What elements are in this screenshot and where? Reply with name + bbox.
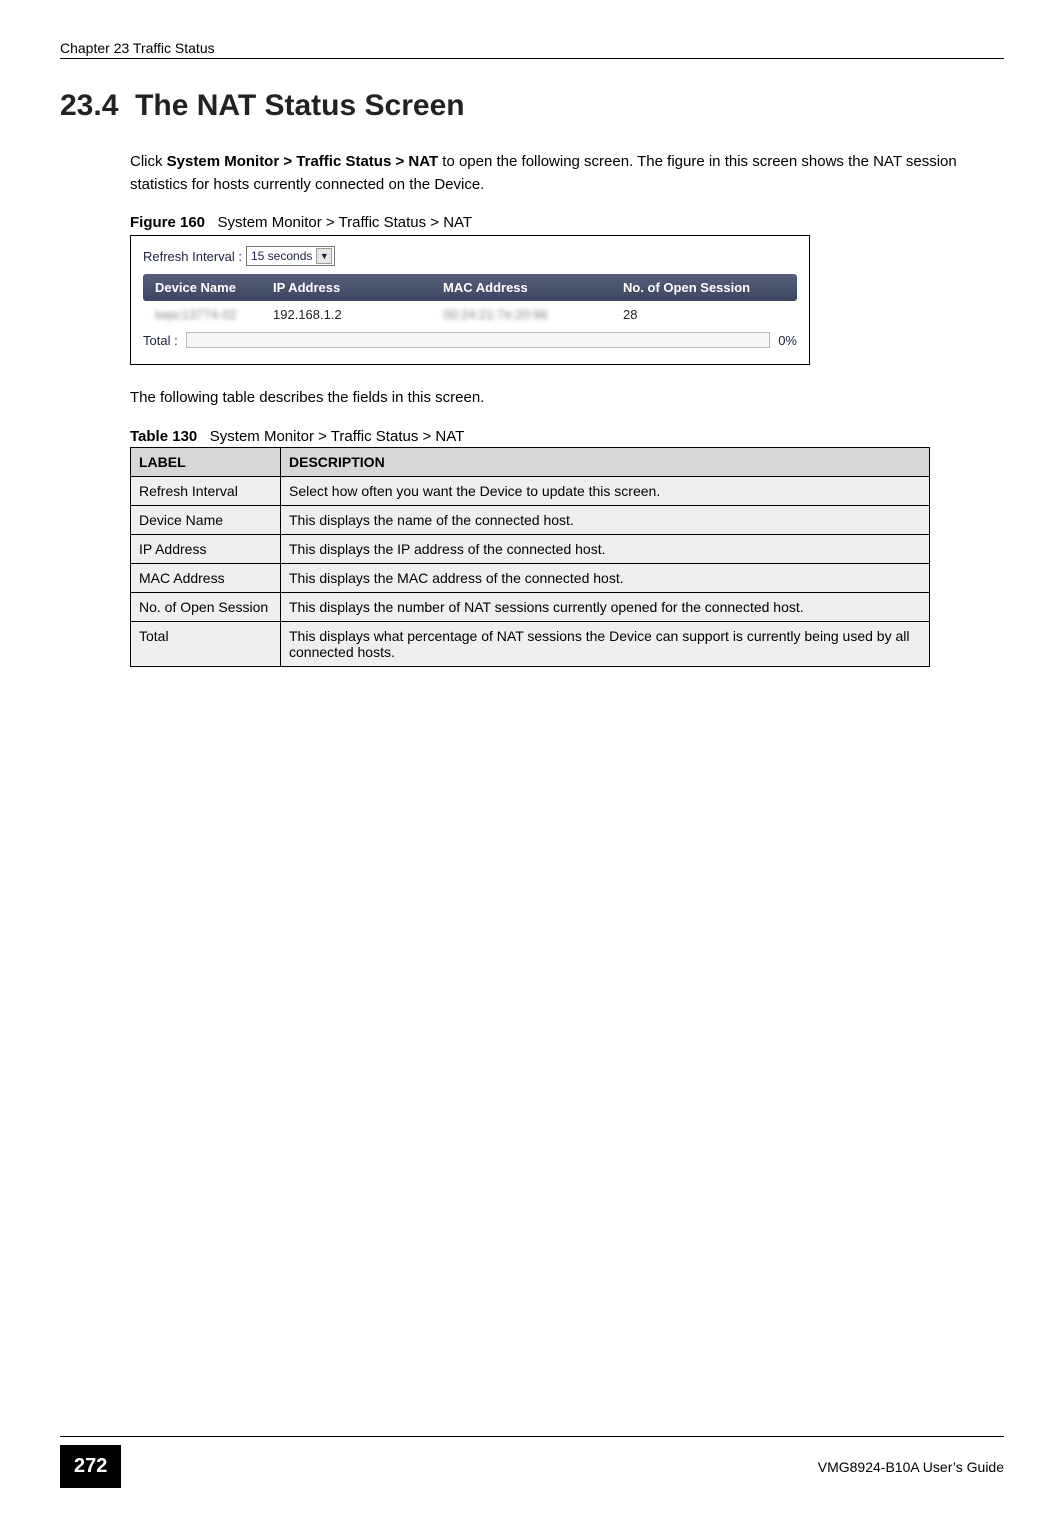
table-label: Table 130 <box>130 428 197 445</box>
intro-bold-path: System Monitor > Traffic Status > NAT <box>167 153 438 170</box>
td-desc: This displays the name of the connected … <box>281 505 930 534</box>
after-figure-text: The following table describes the fields… <box>130 387 1004 410</box>
td-desc: Select how often you want the Device to … <box>281 476 930 505</box>
cell-ip-address: 192.168.1.2 <box>273 307 443 322</box>
col-header-open-session: No. of Open Session <box>623 280 797 295</box>
total-progress-bar <box>186 332 771 348</box>
figure-label: Figure 160 <box>130 214 205 231</box>
td-label: IP Address <box>131 534 281 563</box>
nat-table: Device Name IP Address MAC Address No. o… <box>143 274 797 348</box>
th-label: LABEL <box>131 447 281 476</box>
td-desc: This displays what percentage of NAT ses… <box>281 621 930 666</box>
page-number: 272 <box>60 1445 121 1488</box>
figure-caption-text: System Monitor > Traffic Status > NAT <box>218 214 473 231</box>
table-caption-text: System Monitor > Traffic Status > NAT <box>210 428 465 445</box>
table-caption: Table 130 System Monitor > Traffic Statu… <box>130 428 1004 445</box>
refresh-interval-label: Refresh Interval : <box>143 249 242 264</box>
td-label: Total <box>131 621 281 666</box>
chapter-title: Chapter 23 Traffic Status <box>60 40 215 56</box>
td-label: Refresh Interval <box>131 476 281 505</box>
intro-prefix: Click <box>130 153 167 170</box>
th-description: DESCRIPTION <box>281 447 930 476</box>
page-footer: 272 VMG8924-B10A User’s Guide <box>0 1436 1064 1488</box>
col-header-ip-address: IP Address <box>273 280 443 295</box>
figure-caption: Figure 160 System Monitor > Traffic Stat… <box>130 214 1004 231</box>
footer-guide-title: VMG8924-B10A User’s Guide <box>818 1459 1004 1475</box>
figure-screenshot: Refresh Interval : 15 seconds ▼ Device N… <box>130 235 810 365</box>
section-number: 23.4 <box>60 89 118 122</box>
cell-open-session: 28 <box>623 307 797 322</box>
cell-device-name: twpc13774-02 <box>143 307 273 322</box>
section-heading: 23.4 The NAT Status Screen <box>60 89 1004 123</box>
chevron-down-icon: ▼ <box>316 248 332 264</box>
total-label: Total : <box>143 333 178 348</box>
cell-mac-address: 00:24:21:7e:20:96 <box>443 307 623 322</box>
page-header: Chapter 23 Traffic Status <box>60 40 1004 59</box>
td-label: MAC Address <box>131 563 281 592</box>
td-label: No. of Open Session <box>131 592 281 621</box>
total-percentage: 0% <box>778 333 797 348</box>
intro-paragraph: Click System Monitor > Traffic Status > … <box>130 151 1004 196</box>
section-title: The NAT Status Screen <box>135 89 465 122</box>
table-row: Device Name This displays the name of th… <box>131 505 930 534</box>
refresh-interval-dropdown[interactable]: 15 seconds ▼ <box>246 246 335 266</box>
td-desc: This displays the MAC address of the con… <box>281 563 930 592</box>
col-header-device-name: Device Name <box>143 280 273 295</box>
footer-line: 272 VMG8924-B10A User’s Guide <box>60 1436 1004 1488</box>
col-header-mac-address: MAC Address <box>443 280 623 295</box>
td-label: Device Name <box>131 505 281 534</box>
table-row: Refresh Interval Select how often you wa… <box>131 476 930 505</box>
nat-table-row: twpc13774-02 192.168.1.2 00:24:21:7e:20:… <box>143 301 797 328</box>
refresh-interval-value: 15 seconds <box>251 249 312 263</box>
nat-table-header: Device Name IP Address MAC Address No. o… <box>143 274 797 301</box>
description-table: LABEL DESCRIPTION Refresh Interval Selec… <box>130 447 930 667</box>
total-row: Total : 0% <box>143 332 797 348</box>
table-row: IP Address This displays the IP address … <box>131 534 930 563</box>
td-desc: This displays the number of NAT sessions… <box>281 592 930 621</box>
td-desc: This displays the IP address of the conn… <box>281 534 930 563</box>
table-header-row: LABEL DESCRIPTION <box>131 447 930 476</box>
table-row: MAC Address This displays the MAC addres… <box>131 563 930 592</box>
refresh-interval-row: Refresh Interval : 15 seconds ▼ <box>143 246 797 266</box>
table-row: Total This displays what percentage of N… <box>131 621 930 666</box>
table-row: No. of Open Session This displays the nu… <box>131 592 930 621</box>
